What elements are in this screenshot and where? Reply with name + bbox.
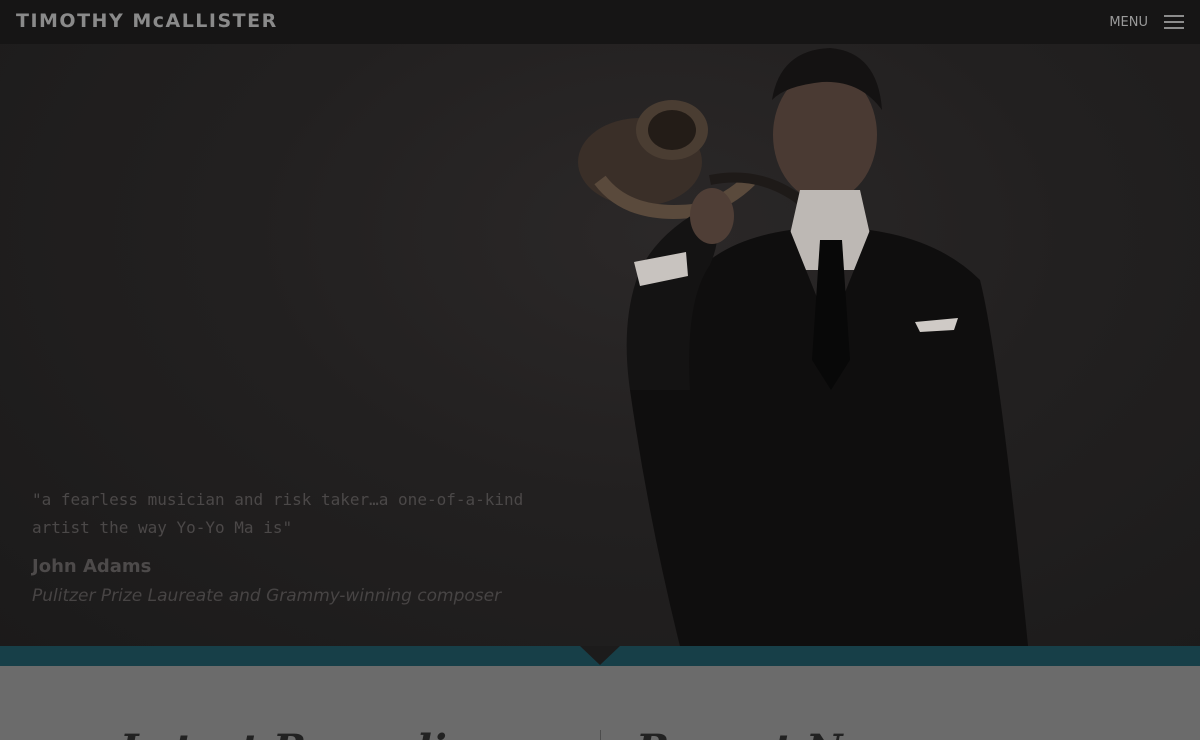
testimonial: "a fearless musician and risk taker…a on… — [32, 486, 572, 606]
column-divider — [600, 730, 601, 740]
latest-recording-heading: Latest Recording — [120, 726, 504, 740]
menu-label: MENU — [1109, 14, 1148, 30]
artist-photo — [578, 48, 1030, 666]
recent-news-heading: Recent News — [636, 726, 925, 740]
menu-button[interactable]: MENU — [1109, 12, 1184, 32]
hero-section: "a fearless musician and risk taker…a on… — [0, 0, 1200, 666]
content-section: Latest Recording Recent News — [0, 666, 1200, 740]
top-navigation-bar: TIMOTHY McALLISTER MENU — [0, 0, 1200, 44]
testimonial-author-title: Pulitzer Prize Laureate and Grammy-winni… — [32, 586, 502, 606]
testimonial-author: John Adams — [32, 556, 152, 577]
hamburger-icon — [1164, 15, 1184, 29]
testimonial-quote: "a fearless musician and risk taker…a on… — [32, 490, 524, 537]
section-pointer — [580, 646, 620, 665]
site-logo-link[interactable]: TIMOTHY McALLISTER — [16, 10, 278, 32]
